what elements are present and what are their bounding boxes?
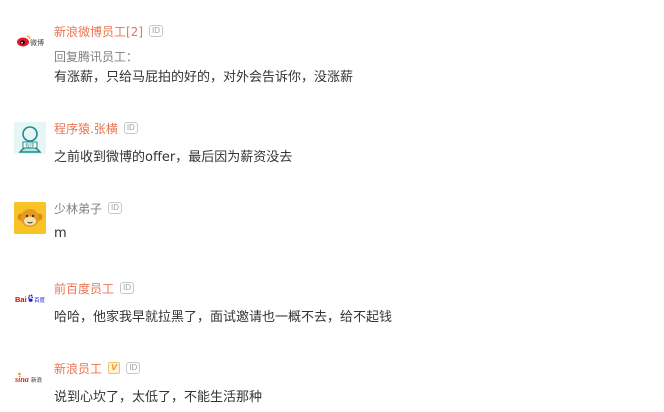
comment-thread: 微博 新浪微博员工[2] ID 回复腾讯员工： 有涨薪，只给马屁拍的好的，对外会… bbox=[0, 0, 664, 412]
comment-text: 说到心坎了，太低了，不能生活那种 bbox=[54, 390, 263, 405]
avatar-text: 程序 bbox=[26, 142, 35, 149]
avatar-text: 百度 bbox=[34, 296, 46, 304]
id-badge[interactable]: ID bbox=[123, 122, 138, 134]
avatar-text: 微博 bbox=[30, 38, 44, 47]
id-badge[interactable]: ID bbox=[126, 362, 141, 374]
comment-text: 有涨薪，只给马屁拍的好的，对外会告诉你，没涨薪 bbox=[54, 70, 354, 85]
comment-text: 之前收到微博的offer，最后因为薪资没去 bbox=[54, 150, 293, 165]
sina-logo-icon[interactable]: sina 新浪 bbox=[14, 362, 46, 394]
username-link[interactable]: 程序猿.张横 bbox=[54, 120, 118, 137]
reply-prefix: 回复腾讯员工： bbox=[54, 50, 139, 64]
id-badge[interactable]: ID bbox=[108, 202, 123, 214]
comment-text: 哈哈，他家我早就拉黑了，面试邀请也一概不去，给不起钱 bbox=[54, 310, 393, 325]
username-link[interactable]: 少林弟子 bbox=[54, 200, 102, 217]
username-link[interactable]: 新浪微博员工[2] bbox=[54, 23, 143, 40]
cartoon-person-avatar-icon[interactable]: 程序 bbox=[14, 122, 46, 154]
baidu-logo-icon[interactable]: Bai 百度 bbox=[14, 282, 46, 314]
avatar-text: sina bbox=[14, 375, 29, 384]
avatar-text: 新浪 bbox=[31, 376, 43, 384]
comment-text: m bbox=[54, 226, 67, 241]
monkey-face-avatar-icon[interactable] bbox=[14, 202, 46, 234]
id-badge[interactable]: ID bbox=[149, 25, 163, 37]
verified-v-icon[interactable]: V bbox=[108, 362, 121, 374]
username-link[interactable]: 前百度员工 bbox=[54, 280, 114, 297]
id-badge[interactable]: ID bbox=[120, 282, 135, 294]
sina-weibo-logo-icon[interactable]: 微博 bbox=[14, 26, 46, 58]
avatar-text: Bai bbox=[15, 295, 27, 304]
username-link[interactable]: 新浪员工 bbox=[54, 360, 102, 377]
